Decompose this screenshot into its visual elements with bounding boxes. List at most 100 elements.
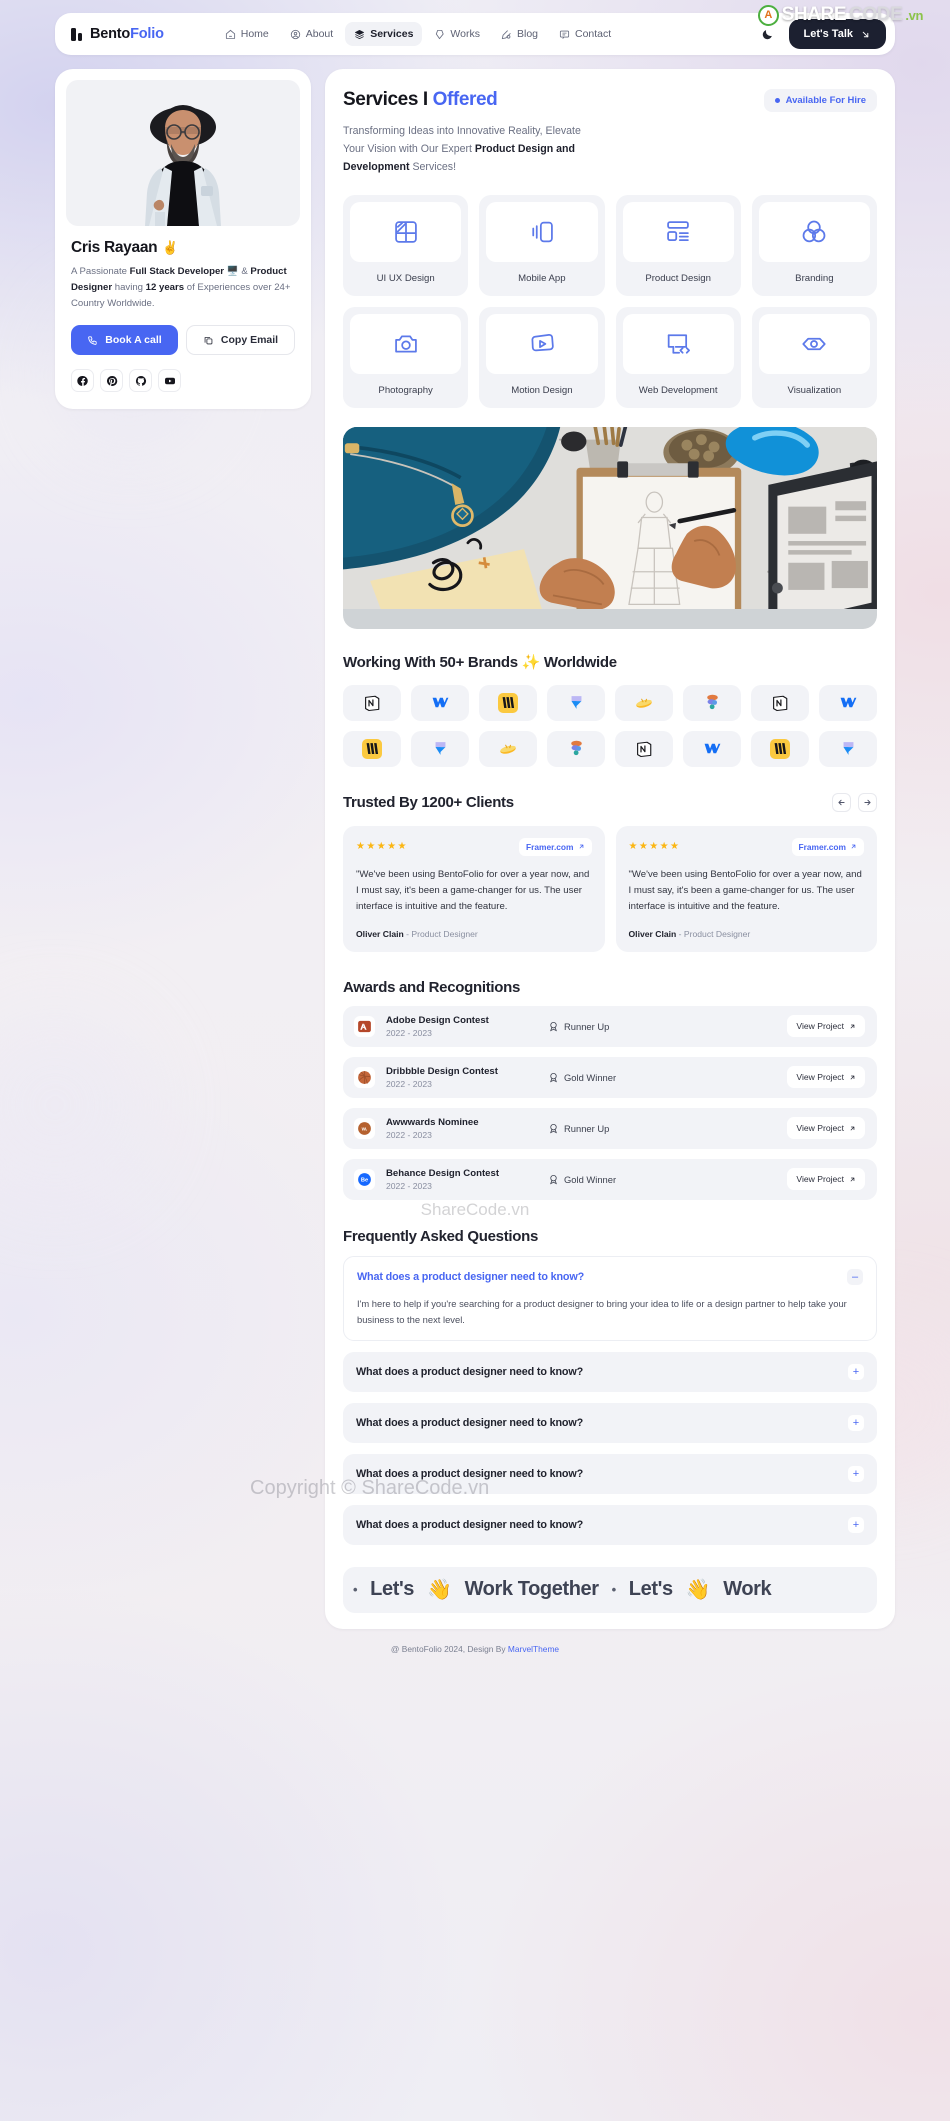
marquee-text: Work — [723, 1578, 772, 1601]
testimonial-author: Oliver Clain - Product Designer — [356, 929, 592, 939]
monitor-code-icon — [667, 334, 691, 354]
faq-question-row[interactable]: What does a product designer need to kno… — [356, 1516, 864, 1533]
testimonial-source-link[interactable]: Framer.com — [791, 837, 864, 856]
nav-item-contact[interactable]: Contact — [550, 22, 620, 46]
faq-item: What does a product designer need to kno… — [343, 1504, 877, 1545]
camera-icon — [394, 335, 417, 353]
plus-icon[interactable]: + — [848, 1363, 864, 1380]
service-card-branding[interactable]: Branding — [751, 194, 877, 296]
view-project-button[interactable]: View Project — [787, 1066, 865, 1089]
view-project-button[interactable]: View Project — [787, 1015, 865, 1038]
behance-icon: Be — [354, 1168, 375, 1190]
award-year: 2022 - 2023 — [386, 1027, 432, 1038]
plus-icon[interactable]: + — [848, 1516, 864, 1533]
service-label: Web Development — [638, 384, 718, 396]
plus-icon[interactable]: + — [848, 1414, 864, 1431]
brands-title: Working With 50+ Brands ✨ Worldwide — [343, 653, 877, 671]
service-card-product-design[interactable]: Product Design — [615, 194, 741, 296]
service-card-mobile-app[interactable]: Mobile App — [479, 194, 605, 296]
services-subtitle: Transforming Ideas into Innovative Reali… — [343, 122, 603, 177]
source-label: Framer.com — [526, 841, 574, 852]
service-card-web-development[interactable]: Web Development — [615, 306, 741, 408]
brand-logo-notion[interactable] — [343, 684, 401, 721]
brand-logo-webflow[interactable] — [819, 684, 877, 721]
faq-question-row[interactable]: What does a product designer need to kno… — [356, 1465, 864, 1482]
brand-logo-mailchimp[interactable] — [751, 730, 809, 767]
status-badge[interactable]: Available For Hire — [763, 89, 877, 112]
award-rank: Gold Winner — [548, 1174, 616, 1185]
nav-item-blog[interactable]: Blog — [492, 22, 547, 46]
service-icon-box — [622, 313, 734, 374]
footer-link[interactable]: MarvelTheme — [508, 1644, 559, 1654]
sharecode-badge-icon: A — [757, 4, 779, 26]
brand-logo-zeplin[interactable] — [479, 730, 537, 767]
nav-item-home[interactable]: Home — [216, 22, 278, 46]
ui-ux-icon — [394, 220, 417, 243]
home-icon — [225, 29, 235, 39]
book-a-call-button[interactable]: Book A call — [71, 325, 178, 356]
service-card-photography[interactable]: Photography — [343, 306, 469, 408]
book-a-call-label: Book A call — [105, 334, 162, 347]
view-project-button[interactable]: View Project — [787, 1168, 865, 1191]
award-name: Behance Design Contest — [386, 1167, 500, 1179]
testimonial-card: ★★★★★ Framer.com "We've been using Bento… — [615, 825, 877, 952]
brand-logo[interactable]: BentoFolio — [71, 26, 164, 42]
github-icon[interactable] — [129, 369, 152, 393]
service-icon-box — [622, 201, 734, 262]
profile-photo — [145, 105, 221, 226]
testimonial-quote: "We've been using BentoFolio for over a … — [356, 868, 590, 912]
facebook-icon[interactable] — [71, 369, 94, 393]
brand-logo-webflow[interactable] — [683, 730, 741, 767]
award-text: Dribbble Design Contest 2022 - 2023 — [386, 1066, 514, 1089]
nav-label: Services — [370, 28, 414, 40]
service-card-ui-ux-design[interactable]: UI UX Design — [343, 194, 469, 296]
youtube-icon[interactable] — [158, 369, 181, 393]
nav-item-services[interactable]: Services — [345, 22, 423, 46]
service-icon-box — [350, 313, 462, 374]
brand-logo-framer[interactable] — [411, 730, 469, 767]
view-project-button[interactable]: View Project — [787, 1117, 865, 1140]
brand-second: Folio — [130, 26, 164, 42]
phone-icon — [88, 336, 97, 345]
zeplin-icon — [500, 744, 516, 754]
brand-logo-mailchimp[interactable] — [479, 684, 537, 721]
work-together-marquee: • Let's 👋 Work Together • Let's 👋 Work — [343, 1566, 877, 1613]
dribbble-icon — [354, 1066, 375, 1088]
brand-logo-mailchimp[interactable] — [343, 730, 401, 767]
brand-logo-figma[interactable] — [683, 684, 741, 721]
brand-logo-notion[interactable] — [751, 684, 809, 721]
brand-logo-figma[interactable] — [547, 730, 605, 767]
page-title-accent: Offered — [432, 89, 498, 110]
diamond-icon — [436, 29, 445, 39]
brand-logo-framer[interactable] — [547, 684, 605, 721]
brand-first: Bento — [90, 26, 131, 42]
copy-email-button[interactable]: Copy Email — [186, 325, 295, 356]
brand-logo-zeplin[interactable] — [615, 684, 673, 721]
testimonial-source-link[interactable]: Framer.com — [519, 837, 592, 856]
faq-question-row[interactable]: What does a product designer need to kno… — [356, 1363, 864, 1380]
testimonials-prev-button[interactable] — [832, 792, 851, 812]
award-year: 2022 - 2023 — [386, 1129, 432, 1140]
service-card-visualization[interactable]: Visualization — [751, 306, 877, 408]
notion-icon — [365, 695, 380, 711]
footer-text: @ BentoFolio 2024, Design By — [390, 1643, 508, 1654]
svg-text:Be: Be — [361, 1178, 368, 1184]
minus-icon[interactable]: – — [847, 1268, 863, 1285]
testimonials-next-button[interactable] — [858, 792, 877, 812]
faq-question-row[interactable]: What does a product designer need to kno… — [356, 1414, 864, 1431]
brand-logo-notion[interactable] — [615, 730, 673, 767]
nav-item-about[interactable]: About — [281, 22, 342, 46]
subtitle-part2: Services! — [409, 161, 457, 174]
pinterest-icon[interactable] — [100, 369, 123, 393]
bio-bold-years: 12 years — [145, 281, 185, 293]
faq-question-row[interactable]: What does a product designer need to kno… — [357, 1268, 863, 1285]
brand-logo-framer[interactable] — [819, 730, 877, 767]
nav-label: Contact — [575, 28, 612, 40]
service-card-motion-design[interactable]: Motion Design — [479, 306, 605, 408]
plus-icon[interactable]: + — [848, 1465, 864, 1482]
nav-item-works[interactable]: Works — [425, 22, 489, 46]
brand-logo-webflow[interactable] — [411, 684, 469, 721]
external-link-icon — [579, 844, 583, 849]
service-label: Branding — [795, 272, 834, 284]
moon-icon[interactable] — [759, 25, 777, 43]
